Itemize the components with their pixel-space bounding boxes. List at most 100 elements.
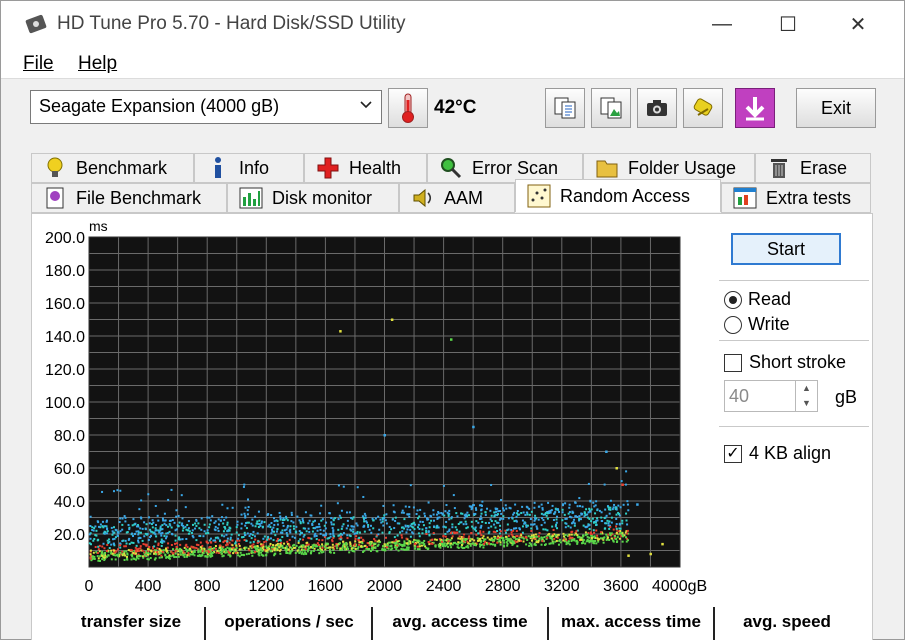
- menu-help[interactable]: Help: [78, 53, 117, 75]
- data-point: [157, 529, 160, 532]
- header-avg-access[interactable]: avg. access time: [375, 607, 545, 637]
- tab-random-access[interactable]: Random Access: [515, 179, 721, 212]
- data-point: [496, 541, 499, 544]
- tab-benchmark[interactable]: Benchmark: [31, 153, 194, 183]
- data-point: [289, 550, 292, 553]
- data-point: [236, 520, 239, 523]
- data-point: [452, 494, 455, 497]
- data-point: [467, 546, 470, 549]
- align-checkbox[interactable]: ✓ 4 KB align: [724, 443, 831, 464]
- data-point: [98, 544, 101, 547]
- data-point: [625, 470, 628, 473]
- header-avg-speed[interactable]: avg. speed: [717, 607, 857, 637]
- x-tick-label: 0: [85, 578, 94, 595]
- data-point: [386, 546, 389, 549]
- data-point: [583, 511, 586, 514]
- short-stroke-input[interactable]: 40 ▲ ▼: [724, 380, 818, 412]
- data-point: [460, 546, 463, 549]
- data-point: [299, 550, 302, 553]
- data-point: [504, 504, 507, 507]
- data-point: [479, 545, 482, 548]
- menu-file[interactable]: File: [23, 53, 54, 75]
- spin-up-icon[interactable]: ▲: [796, 381, 817, 396]
- data-point: [379, 518, 382, 521]
- data-point: [230, 533, 233, 536]
- header-operations[interactable]: operations / sec: [208, 607, 370, 637]
- data-point: [220, 552, 223, 555]
- tab-aam[interactable]: AAM: [399, 183, 515, 213]
- data-point: [595, 524, 598, 527]
- tab-info[interactable]: Info: [194, 153, 304, 183]
- data-point: [619, 506, 622, 509]
- tab-file-benchmark[interactable]: File Benchmark: [31, 183, 227, 213]
- save-button[interactable]: [735, 88, 775, 128]
- data-point: [176, 546, 179, 549]
- extra-tests-icon: [733, 187, 757, 209]
- data-point: [110, 549, 113, 552]
- data-point: [127, 549, 130, 552]
- options-button[interactable]: [683, 88, 723, 128]
- data-point: [490, 525, 493, 528]
- data-point: [283, 542, 286, 545]
- data-point: [136, 548, 139, 551]
- data-point: [159, 527, 162, 530]
- data-point: [89, 537, 92, 540]
- data-point: [295, 525, 298, 528]
- data-point: [222, 554, 225, 557]
- data-point: [581, 505, 584, 508]
- copy-image-button[interactable]: [591, 88, 631, 128]
- data-point: [455, 528, 458, 531]
- start-button[interactable]: Start: [731, 233, 841, 265]
- data-point: [93, 555, 96, 558]
- data-point: [512, 529, 515, 532]
- data-point: [394, 546, 397, 549]
- tab-erase[interactable]: Erase: [755, 153, 871, 183]
- data-point: [395, 548, 398, 551]
- close-button[interactable]: ✕: [823, 1, 893, 47]
- data-point: [191, 523, 194, 526]
- tab-benchmark-label: Benchmark: [76, 157, 168, 178]
- copy-text-button[interactable]: [545, 88, 585, 128]
- data-point: [445, 520, 448, 523]
- data-point: [237, 537, 240, 540]
- data-point: [90, 543, 93, 546]
- data-point: [615, 527, 618, 530]
- short-stroke-checkbox[interactable]: Short stroke: [724, 352, 846, 373]
- data-point: [110, 526, 113, 529]
- data-point: [588, 528, 591, 531]
- write-radio[interactable]: Write: [724, 314, 790, 335]
- data-point: [494, 537, 497, 540]
- data-point: [95, 529, 98, 532]
- data-point: [170, 526, 173, 529]
- spin-down-icon[interactable]: ▼: [796, 396, 817, 411]
- data-point: [476, 539, 479, 542]
- read-radio[interactable]: Read: [724, 289, 791, 310]
- data-point: [459, 537, 462, 540]
- header-max-access[interactable]: max. access time: [551, 607, 711, 637]
- screenshot-button[interactable]: [637, 88, 677, 128]
- data-point: [312, 520, 315, 523]
- data-point: [180, 494, 183, 497]
- data-point: [276, 528, 279, 531]
- spinner-arrows[interactable]: ▲ ▼: [795, 381, 817, 411]
- data-point: [447, 540, 450, 543]
- tab-disk-monitor[interactable]: Disk monitor: [227, 183, 399, 213]
- temperature-button[interactable]: [388, 88, 428, 128]
- data-point: [507, 528, 510, 531]
- tab-health[interactable]: Health: [304, 153, 427, 183]
- minimize-button[interactable]: —: [687, 1, 757, 47]
- tab-extra-tests[interactable]: Extra tests: [721, 183, 871, 213]
- data-point: [226, 521, 229, 524]
- maximize-button[interactable]: ☐: [753, 1, 823, 47]
- data-point: [401, 536, 404, 539]
- data-point: [353, 543, 356, 546]
- data-point: [282, 517, 285, 520]
- data-point: [568, 515, 571, 518]
- header-transfer-size[interactable]: transfer size: [61, 607, 201, 637]
- data-point: [484, 538, 487, 541]
- data-point: [171, 548, 174, 551]
- data-point: [91, 526, 94, 529]
- drive-select[interactable]: Seagate Expansion (4000 gB): [30, 90, 382, 124]
- data-point: [399, 543, 402, 546]
- exit-button[interactable]: Exit: [796, 88, 876, 128]
